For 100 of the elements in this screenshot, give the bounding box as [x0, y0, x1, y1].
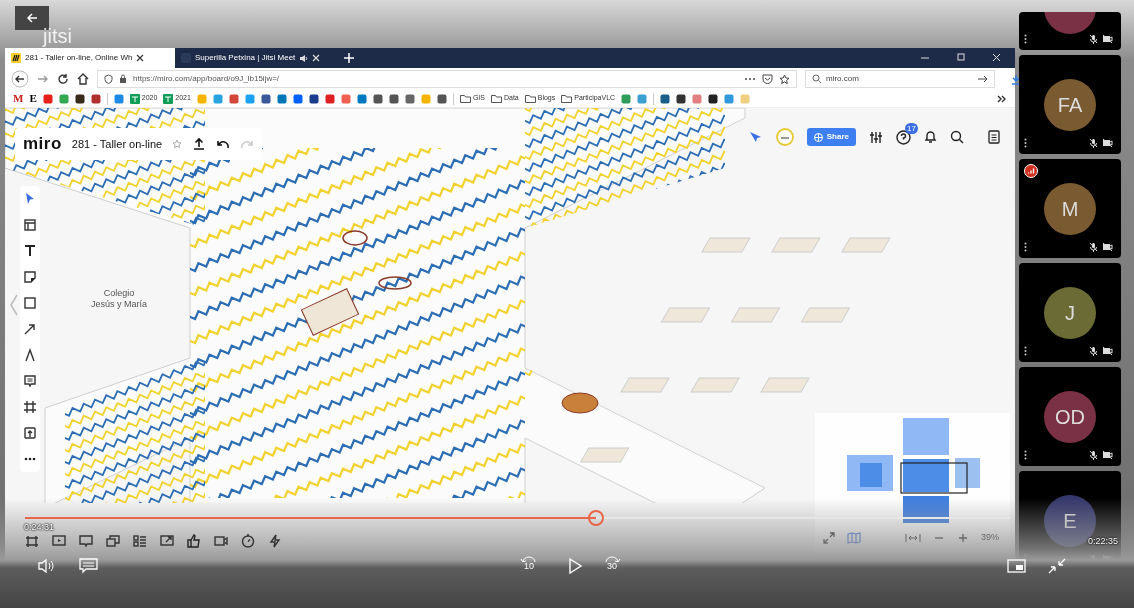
exit-fullscreen-icon[interactable]	[1046, 556, 1068, 576]
text-tool-icon[interactable]	[23, 244, 37, 258]
bookmark-icon[interactable]	[372, 93, 383, 104]
more-options-icon[interactable]	[1024, 450, 1027, 460]
bookmark-icon[interactable]	[260, 93, 271, 104]
bookmark-link[interactable]: M	[13, 90, 24, 107]
upload-icon[interactable]	[23, 426, 37, 440]
camera-off-icon	[1102, 34, 1113, 43]
forward-arrow-icon[interactable]	[37, 73, 49, 85]
bookmark-icon[interactable]	[74, 93, 85, 104]
upload-icon[interactable]	[192, 136, 207, 151]
lightning-icon[interactable]	[268, 534, 282, 548]
more-options-icon[interactable]	[1024, 138, 1027, 148]
cards-icon[interactable]	[106, 534, 120, 548]
template-icon[interactable]	[23, 218, 37, 232]
reload-icon[interactable]	[57, 73, 69, 85]
app-logo: miro	[23, 133, 62, 155]
go-arrow-icon[interactable]	[977, 74, 988, 84]
url-text: https://miro.com/app/board/o9J_lb15ijw=/	[133, 73, 280, 85]
chevron-double-icon[interactable]	[997, 93, 1007, 104]
forward-button[interactable]: 30	[603, 556, 621, 571]
building-label: Colegio Jesús y María	[91, 288, 148, 310]
sliders-icon[interactable]	[869, 130, 883, 144]
more-options-icon[interactable]	[1024, 34, 1027, 44]
participant-initials: M	[1061, 196, 1079, 222]
search-text: miro.com	[826, 73, 859, 85]
mic-muted-icon	[1089, 346, 1098, 356]
elapsed-time: 0:24:31	[24, 521, 55, 534]
home-icon[interactable]	[77, 73, 89, 85]
search-field[interactable]: miro.com	[805, 70, 995, 88]
user-avatar-icon[interactable]	[775, 128, 794, 146]
remaining-time: 0:22:35	[1088, 535, 1119, 548]
bookmark-icon[interactable]	[308, 93, 319, 104]
more-options-icon[interactable]	[1024, 242, 1027, 252]
progress-thumb[interactable]	[588, 510, 605, 526]
video-camera-icon[interactable]	[214, 534, 228, 548]
bookmark-link[interactable]: E	[29, 90, 37, 107]
mic-muted-icon	[1089, 138, 1098, 148]
bookmark-icon[interactable]	[676, 93, 687, 104]
zoom-level: 39%	[981, 531, 999, 544]
browser-tab[interactable]: Superilla Petxina | Jitsi Meet	[175, 48, 340, 68]
mic-muted-icon	[1089, 242, 1098, 252]
captions-icon[interactable]	[78, 556, 100, 576]
folder-icon	[459, 94, 471, 103]
participant-initials: FA	[1057, 92, 1083, 118]
camera-off-icon	[1102, 242, 1113, 251]
bell-icon[interactable]	[924, 130, 937, 144]
back-button[interactable]	[15, 6, 49, 30]
participant-initials: E	[1063, 508, 1077, 534]
board-title[interactable]: 281 - Taller on-line	[71, 135, 163, 152]
download-icon[interactable]	[1011, 73, 1021, 85]
app-logo: jitsi	[43, 26, 72, 46]
pen-icon[interactable]	[23, 348, 37, 362]
folder-icon	[561, 94, 573, 103]
frame-icon[interactable]	[25, 534, 39, 548]
line-arrow-icon[interactable]	[23, 322, 37, 336]
bookmark-icon[interactable]	[436, 93, 447, 104]
screen-share-icon[interactable]	[160, 534, 174, 548]
camera-off-icon	[1102, 346, 1113, 355]
notes-icon[interactable]	[987, 130, 1001, 144]
pocket-icon[interactable]	[762, 74, 773, 84]
back-arrow-icon	[26, 13, 38, 23]
rewind-button[interactable]: 10	[520, 556, 538, 571]
star-icon[interactable]	[779, 73, 790, 85]
lock-icon	[119, 74, 127, 84]
shield-icon	[104, 74, 113, 84]
mic-muted-icon	[1089, 34, 1098, 44]
bookmark-icon[interactable]	[660, 93, 671, 104]
star-icon[interactable]	[172, 138, 183, 149]
bookmark-icon[interactable]	[90, 93, 101, 104]
list-icon[interactable]	[133, 534, 147, 548]
comment-icon[interactable]	[23, 374, 37, 388]
comment-icon[interactable]	[79, 534, 93, 548]
share-button[interactable]: Share	[806, 128, 856, 146]
folder-icon	[524, 94, 536, 103]
favicon-icon	[11, 53, 21, 63]
thumbs-up-icon[interactable]	[187, 534, 201, 548]
miniplayer-icon[interactable]	[1006, 556, 1028, 576]
browser-tab[interactable]: 281 - Taller on-line, Online Wh	[5, 48, 175, 68]
more-dots-icon[interactable]	[744, 77, 756, 81]
rewind-arrow-icon	[520, 556, 538, 562]
address-bar[interactable]: https://miro.com/app/board/o9J_lb15ijw=/	[97, 70, 797, 88]
participant-initials: OD	[1055, 404, 1085, 430]
search-icon	[812, 74, 822, 84]
sticky-note-icon[interactable]	[23, 270, 37, 284]
frame-icon[interactable]	[23, 400, 37, 414]
close-icon[interactable]	[136, 54, 145, 62]
search-icon[interactable]	[950, 130, 964, 144]
square-icon[interactable]	[23, 296, 37, 310]
cursor-icon[interactable]	[748, 131, 763, 143]
bookmark-icon[interactable]	[388, 93, 399, 104]
more-options-icon[interactable]	[1024, 346, 1027, 356]
timer-icon[interactable]	[241, 534, 255, 548]
folder-icon	[490, 94, 502, 103]
help-icon[interactable]	[896, 129, 911, 145]
mic-muted-icon	[1089, 450, 1098, 460]
bookmark-icon[interactable]	[708, 93, 719, 104]
presentation-icon[interactable]	[52, 534, 66, 548]
globe-icon	[813, 132, 823, 142]
forward-arrow-icon	[603, 556, 621, 562]
